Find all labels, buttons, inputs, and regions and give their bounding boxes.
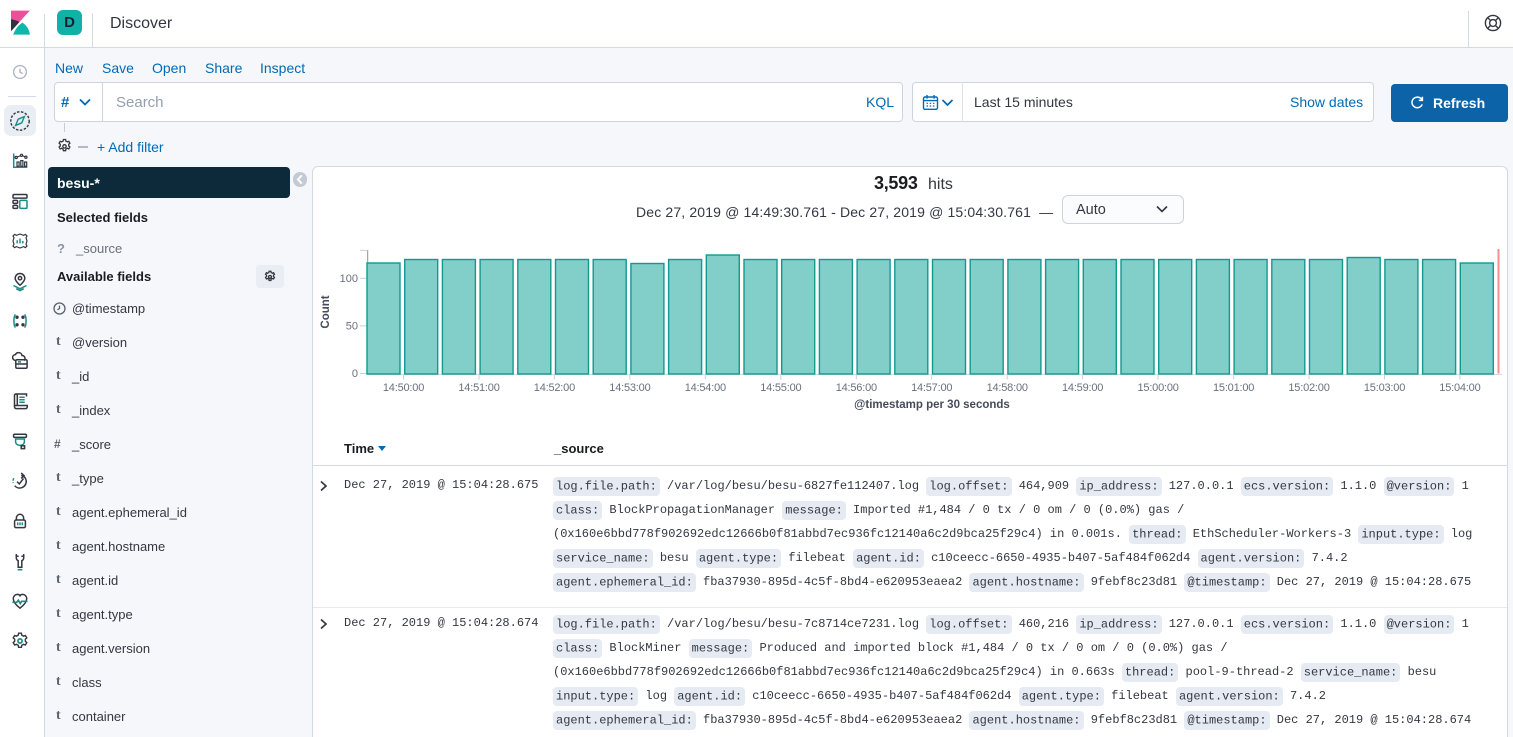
svg-text:15:01:00: 15:01:00 [1213, 382, 1254, 394]
svg-text:@timestamp per 30 seconds: @timestamp per 30 seconds [854, 399, 1010, 411]
svg-text:14:57:00: 14:57:00 [911, 382, 952, 394]
svg-text:14:59:00: 14:59:00 [1062, 382, 1103, 394]
svg-text:15:03:00: 15:03:00 [1364, 382, 1405, 394]
svg-text:15:04:00: 15:04:00 [1439, 382, 1480, 394]
svg-text:15:00:00: 15:00:00 [1137, 382, 1178, 394]
svg-text:50: 50 [346, 321, 358, 333]
svg-text:14:55:00: 14:55:00 [760, 382, 801, 394]
svg-text:0: 0 [352, 368, 358, 380]
svg-text:14:50:00: 14:50:00 [383, 382, 424, 394]
svg-text:Count: Count [320, 295, 332, 328]
svg-text:100: 100 [340, 273, 358, 285]
svg-text:14:53:00: 14:53:00 [609, 382, 650, 394]
svg-text:14:58:00: 14:58:00 [987, 382, 1028, 394]
svg-text:14:51:00: 14:51:00 [458, 382, 499, 394]
svg-text:15:02:00: 15:02:00 [1288, 382, 1329, 394]
svg-text:14:54:00: 14:54:00 [685, 382, 726, 394]
svg-text:14:52:00: 14:52:00 [534, 382, 575, 394]
svg-text:14:56:00: 14:56:00 [836, 382, 877, 394]
